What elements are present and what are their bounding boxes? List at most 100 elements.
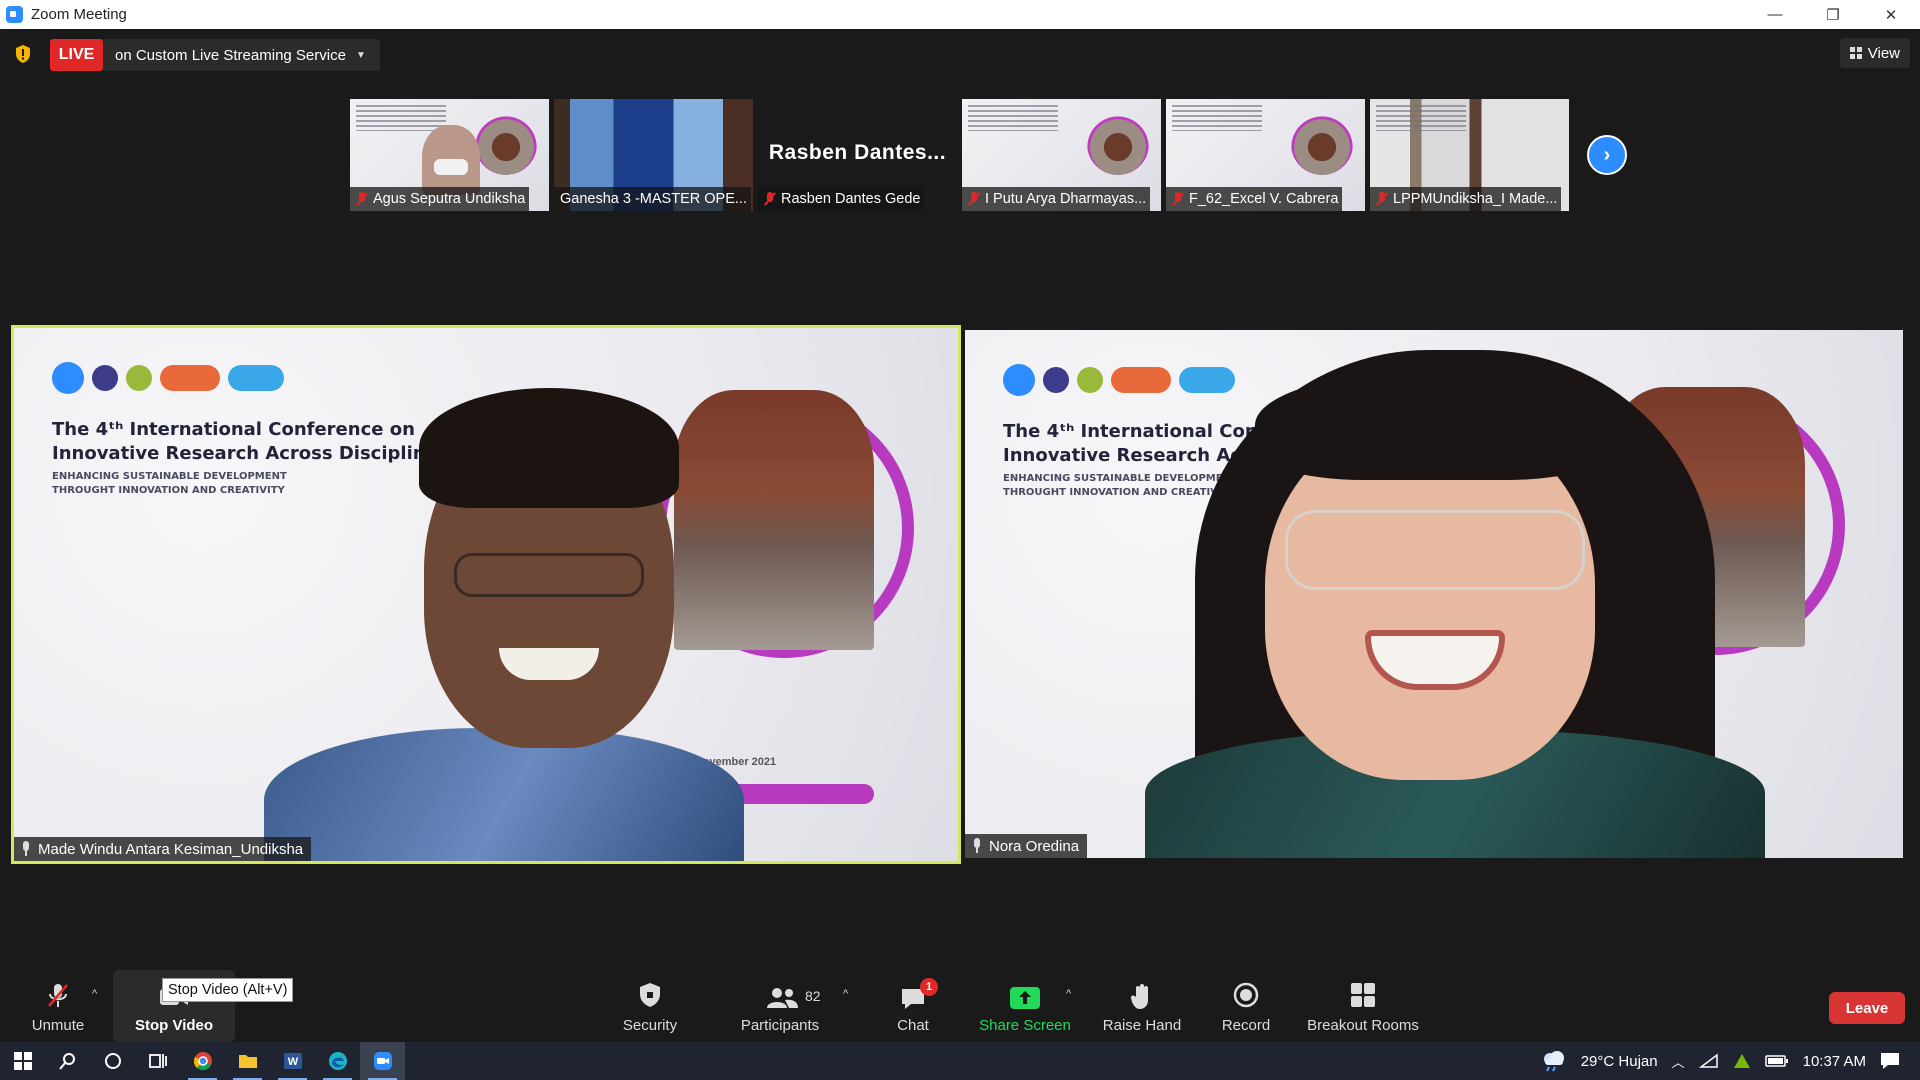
share-screen-button[interactable]: Share Screen: [972, 970, 1078, 1042]
record-button[interactable]: Record: [1215, 970, 1277, 1042]
raise-hand-button[interactable]: Raise Hand: [1098, 970, 1186, 1042]
participant-thumbnail[interactable]: LPPMUndiksha_I Made...: [1370, 99, 1569, 211]
slide-text-blur: [968, 105, 1058, 131]
leave-button[interactable]: Leave: [1829, 992, 1905, 1024]
word-icon[interactable]: W: [270, 1042, 315, 1080]
unmute-label: Unmute: [31, 1017, 85, 1034]
live-badge[interactable]: LIVE: [50, 39, 103, 71]
share-options-caret-icon[interactable]: ^: [1066, 988, 1071, 1000]
participants-options-caret-icon[interactable]: ^: [843, 988, 848, 1000]
meeting-topbar: LIVE on Custom Live Streaming Service ▼ …: [0, 29, 1920, 81]
participant-body: [264, 728, 744, 861]
cortana-icon[interactable]: [90, 1042, 135, 1080]
participant-thumbnail[interactable]: Ganesha 3 -MASTER OPE...: [554, 99, 753, 211]
notifications-icon[interactable]: [1880, 1052, 1900, 1070]
participants-button[interactable]: 82 Participants: [735, 970, 825, 1042]
battery-icon[interactable]: [1764, 1055, 1789, 1067]
edge-icon[interactable]: [315, 1042, 360, 1080]
close-button[interactable]: ✕: [1862, 0, 1920, 29]
mic-muted-icon: [48, 984, 68, 1007]
temple-graphic: [1291, 113, 1353, 175]
shield-icon[interactable]: [14, 44, 32, 64]
live-service-dropdown[interactable]: on Custom Live Streaming Service ▼: [103, 39, 380, 71]
breakout-rooms-label: Breakout Rooms: [1307, 1017, 1419, 1034]
participant-name: I Putu Arya Dharmayas...: [985, 191, 1147, 207]
stop-video-tooltip: Stop Video (Alt+V): [162, 978, 294, 1002]
participants-label: Participants: [740, 1017, 820, 1034]
mic-muted-icon: [1376, 192, 1388, 206]
glasses-graphic: [1285, 510, 1585, 590]
glasses-graphic: [454, 553, 644, 597]
tray-expand-icon[interactable]: ︿: [1672, 1052, 1685, 1071]
participant-display-name: Rasben Dantes...: [768, 141, 947, 164]
participant-thumbnail[interactable]: I Putu Arya Dharmayas...: [962, 99, 1161, 211]
weather-rain-icon[interactable]: [1541, 1050, 1567, 1072]
participant-video-person: [422, 125, 480, 195]
window-controls: — ❐ ✕: [1746, 0, 1920, 29]
security-label: Security: [622, 1017, 678, 1034]
participant-thumbnail[interactable]: Rasben Dantes... Rasben Dantes Gede: [758, 99, 957, 211]
conference-logos: [1003, 364, 1235, 396]
unmute-button[interactable]: Unmute: [22, 970, 94, 1042]
view-label: View: [1867, 44, 1900, 62]
record-icon: [1233, 982, 1259, 1008]
windows-start-icon[interactable]: [0, 1042, 45, 1080]
participant-name-tag: Nora Oredina: [965, 834, 1088, 858]
chat-button[interactable]: 1 Chat: [880, 970, 946, 1042]
participant-name-tag: I Putu Arya Dharmayas...: [962, 187, 1151, 211]
chat-unread-badge: 1: [920, 978, 938, 996]
participant-thumbnail[interactable]: F_62_Excel V. Cabrera: [1166, 99, 1365, 211]
temple-graphic: [475, 113, 537, 175]
conference-logos: [52, 362, 284, 394]
participant-name-tag: Ganesha 3 -MASTER OPE...: [554, 187, 751, 211]
mic-icon: [971, 838, 983, 854]
participant-name-tag: Agus Seputra Undiksha: [350, 187, 530, 211]
grid-icon: [1849, 47, 1862, 59]
slide-text-blur: [1172, 105, 1262, 131]
slide-title: The 4ᵗʰ International Conference on Inno…: [52, 419, 449, 464]
chrome-icon[interactable]: [180, 1042, 225, 1080]
share-screen-icon: [1010, 987, 1040, 1009]
slide-text-blur: [1376, 105, 1466, 131]
mic-icon: [20, 841, 32, 857]
participant-thumbnail[interactable]: Agus Seputra Undiksha: [350, 99, 549, 211]
participant-video-tile[interactable]: The 4ᵗʰ International Conference on Inno…: [965, 330, 1903, 858]
view-button[interactable]: View: [1839, 38, 1910, 68]
slide-subtitle: ENHANCING SUSTAINABLE DEVELOPMENT THROUG…: [1003, 473, 1238, 498]
mic-muted-icon: [764, 192, 776, 206]
minimize-button[interactable]: —: [1746, 0, 1804, 29]
audio-options-caret-icon[interactable]: ^: [92, 988, 97, 1000]
participant-name: Made Windu Antara Kesiman_Undiksha: [38, 840, 304, 858]
search-icon[interactable]: [45, 1042, 90, 1080]
participant-name: Agus Seputra Undiksha: [373, 191, 526, 207]
window-titlebar: Zoom Meeting — ❐ ✕: [0, 0, 1920, 29]
restore-button[interactable]: ❐: [1804, 0, 1862, 29]
participants-count: 82: [805, 988, 821, 1004]
slide-subtitle: ENHANCING SUSTAINABLE DEVELOPMENT THROUG…: [52, 471, 287, 496]
file-explorer-icon[interactable]: [225, 1042, 270, 1080]
clock-time[interactable]: 10:37 AM: [1803, 1053, 1866, 1070]
participant-hair: [419, 388, 679, 508]
participant-name: LPPMUndiksha_I Made...: [1393, 191, 1558, 207]
chevron-down-icon: ▼: [355, 49, 366, 61]
chat-label: Chat: [897, 1017, 929, 1034]
windows-taskbar: W 29°C Hujan ︿ 10:37 AM: [0, 1042, 1920, 1080]
nvidia-icon[interactable]: [1733, 1053, 1751, 1069]
breakout-rooms-button[interactable]: Breakout Rooms: [1302, 970, 1424, 1042]
speaker-video-tile[interactable]: The 4ᵗʰ International Conference on Inno…: [11, 325, 961, 864]
zoom-taskbar-icon[interactable]: [360, 1042, 405, 1080]
weather-text[interactable]: 29°C Hujan: [1581, 1053, 1658, 1070]
live-service-label: on Custom Live Streaming Service: [115, 46, 346, 64]
participant-name: F_62_Excel V. Cabrera: [1189, 191, 1339, 207]
participant-name-tag: F_62_Excel V. Cabrera: [1166, 187, 1343, 211]
security-button[interactable]: Security: [610, 970, 690, 1042]
participants-icon: [767, 988, 798, 1008]
mic-muted-icon: [356, 192, 368, 206]
next-page-arrow-icon[interactable]: ›: [1587, 135, 1627, 175]
task-view-icon[interactable]: [135, 1042, 180, 1080]
mic-muted-icon: [1172, 192, 1184, 206]
window-title: Zoom Meeting: [31, 6, 127, 23]
temple-graphic: [1087, 113, 1149, 175]
wifi-icon[interactable]: [1698, 1053, 1719, 1069]
slide-text-blur: [356, 105, 446, 131]
